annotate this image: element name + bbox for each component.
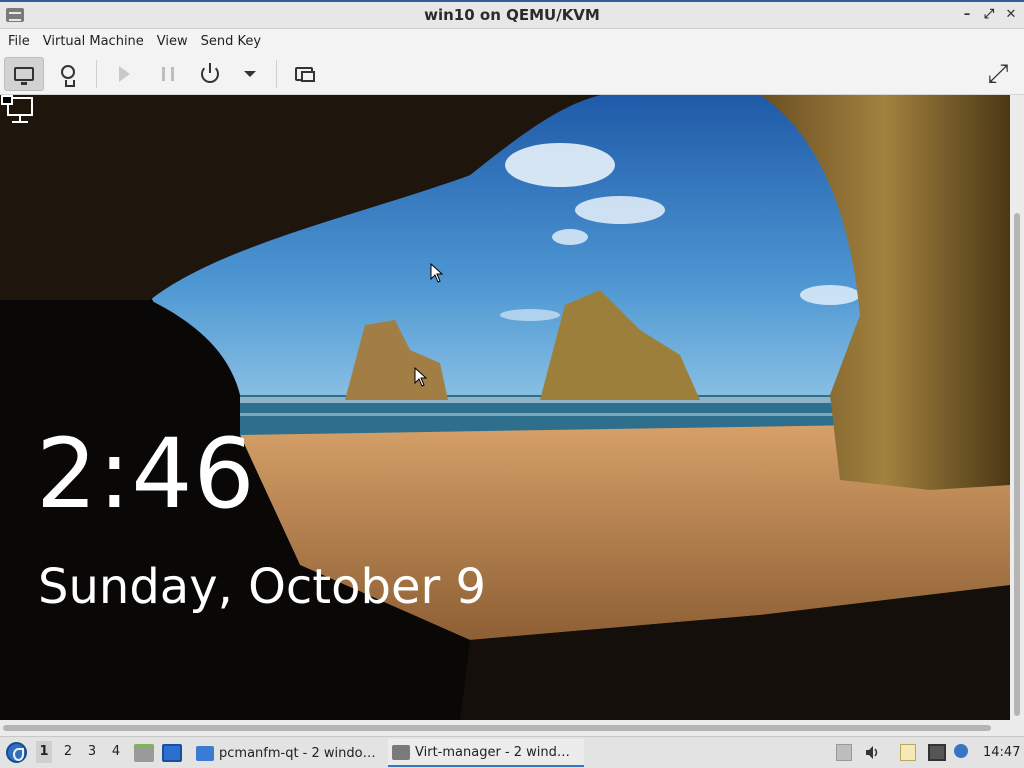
shutdown-menu-button[interactable]: [230, 57, 270, 91]
shutdown-button[interactable]: [190, 57, 230, 91]
pause-button[interactable]: [148, 57, 188, 91]
toolbar: ⤢: [0, 53, 1024, 95]
vertical-scrollbar-thumb[interactable]: [1014, 213, 1020, 716]
taskbar-clock[interactable]: 14:47: [983, 745, 1020, 760]
fullscreen-icon: ⤢: [987, 59, 1009, 89]
show-console-button[interactable]: [4, 57, 44, 91]
horizontal-scrollbar[interactable]: [0, 720, 1010, 736]
window-title: win10 on QEMU/KVM: [424, 6, 600, 24]
snapshots-button[interactable]: [284, 57, 324, 91]
toolbar-separator: [276, 60, 277, 88]
vertical-scrollbar[interactable]: [1010, 95, 1024, 725]
scrollbar-corner: [1010, 720, 1024, 736]
lightbulb-icon: [61, 65, 75, 87]
folder-icon: [196, 745, 214, 761]
menu-virtual-machine[interactable]: Virtual Machine: [43, 34, 153, 49]
task-label: pcmanfm-qt - 2 windo…: [219, 745, 376, 761]
vm-display[interactable]: 2:46 Sunday, October 9: [0, 95, 1010, 720]
show-details-button[interactable]: [48, 57, 88, 91]
power-icon: [201, 63, 219, 83]
lockscreen-wallpaper: [0, 95, 1010, 720]
task-virt-manager[interactable]: Virt-manager - 2 wind…: [388, 739, 584, 767]
fullscreen-button[interactable]: ⤢: [978, 57, 1018, 91]
start-menu-icon[interactable]: [6, 742, 27, 763]
toolbar-separator: [96, 60, 97, 88]
lockscreen-date: Sunday, October 9: [38, 559, 487, 615]
mouse-cursor-icon: [430, 263, 444, 283]
window-controls: – ⤢ ✕: [960, 7, 1018, 23]
notification-icon[interactable]: [954, 744, 968, 758]
maximize-button[interactable]: ⤢: [982, 7, 996, 23]
menu-view[interactable]: View: [157, 34, 197, 49]
monitor-icon: [14, 67, 34, 85]
minimize-button[interactable]: –: [960, 7, 974, 23]
mouse-cursor-icon: [414, 367, 428, 387]
task-pcmanfm[interactable]: pcmanfm-qt - 2 windo…: [192, 739, 386, 767]
workspace-1[interactable]: 1: [36, 741, 52, 763]
pause-icon: [162, 67, 174, 81]
menu-file[interactable]: File: [8, 34, 39, 49]
volume-icon[interactable]: [864, 744, 880, 761]
dropdown-caret-icon: [244, 71, 256, 77]
close-button[interactable]: ✕: [1004, 7, 1018, 23]
network-icon[interactable]: [0, 95, 34, 125]
window-titlebar[interactable]: win10 on QEMU/KVM – ⤢ ✕: [0, 0, 1024, 29]
screens-icon: [295, 67, 315, 82]
task-label: Virt-manager - 2 wind…: [415, 744, 570, 760]
file-cabinet-icon[interactable]: [134, 744, 154, 762]
show-desktop-icon[interactable]: [162, 744, 182, 762]
horizontal-scrollbar-thumb[interactable]: [3, 725, 991, 731]
virt-manager-icon: [392, 744, 410, 760]
menubar: File Virtual Machine View Send Key: [0, 29, 1024, 53]
play-icon: [118, 66, 130, 82]
menu-send-key[interactable]: Send Key: [201, 34, 270, 49]
run-button[interactable]: [104, 57, 144, 91]
workspace-3[interactable]: 3: [84, 744, 100, 759]
lockscreen-time: 2:46: [36, 418, 256, 530]
taskbar: 1 2 3 4 pcmanfm-qt - 2 windo… Virt-manag…: [0, 736, 1024, 768]
workspace-2[interactable]: 2: [60, 744, 76, 759]
network-tray-icon[interactable]: [928, 744, 946, 761]
tray-arrow-icon[interactable]: [836, 744, 852, 761]
clipboard-icon[interactable]: [900, 744, 916, 761]
workspace-4[interactable]: 4: [108, 744, 124, 759]
